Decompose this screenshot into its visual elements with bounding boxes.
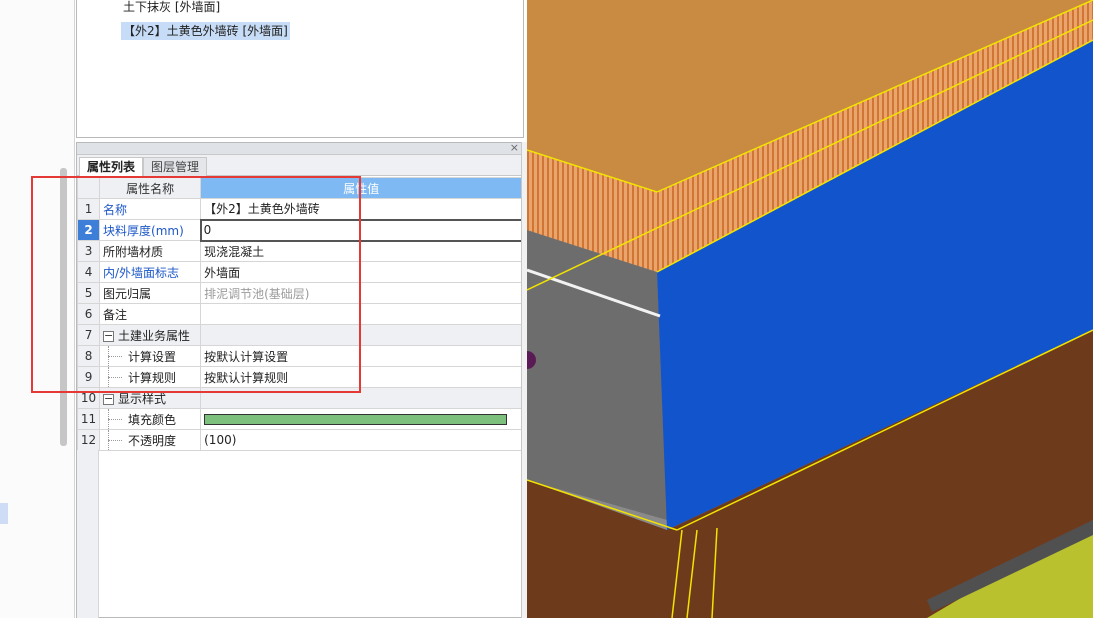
grid-row-header-filler: [77, 450, 99, 618]
property-value: [200, 324, 523, 346]
table-row[interactable]: 9 计算规则 按默认计算规则: [76, 366, 523, 388]
table-row[interactable]: 8 计算设置 按默认计算设置: [76, 345, 523, 367]
header-property-value: 属性值: [200, 177, 523, 199]
group-row-display[interactable]: 10 − 显示样式: [76, 387, 523, 409]
property-value[interactable]: 【外2】土黄色外墙砖: [200, 198, 523, 220]
row-number: 11: [76, 408, 101, 430]
property-value[interactable]: (100): [200, 429, 523, 451]
table-row[interactable]: 6 备注: [76, 303, 523, 325]
property-name: 备注: [99, 303, 202, 325]
row-number: 2: [76, 219, 101, 241]
3d-viewport[interactable]: [527, 0, 1093, 618]
property-value: [200, 387, 523, 409]
grid-header: 属性名称 属性值: [76, 177, 523, 199]
thickness-input[interactable]: 0: [199, 218, 524, 242]
row-number: 12: [76, 429, 101, 451]
row-number: 8: [76, 345, 101, 367]
app-window: 土下抹灰 [外墙面] 【外2】土黄色外墙砖 [外墙面] × 属性列表 图层管理 …: [0, 0, 1093, 618]
row-number: 3: [76, 240, 101, 262]
property-panel: × 属性列表 图层管理 属性名称 属性值 1 名称 【外2】土黄色外墙砖 2 块…: [76, 141, 524, 618]
property-name: 计算规则: [99, 366, 202, 388]
property-value[interactable]: 外墙面: [200, 261, 523, 283]
tree-item-wall-tile[interactable]: 【外2】土黄色外墙砖 [外墙面]: [121, 22, 290, 40]
group-label: 土建业务属性: [118, 328, 191, 343]
group-label: 显示样式: [118, 391, 167, 406]
table-row[interactable]: 1 名称 【外2】土黄色外墙砖: [76, 198, 523, 220]
property-name: 图元归属: [99, 282, 202, 304]
group-row-civil[interactable]: 7 − 土建业务属性: [76, 324, 523, 346]
property-value[interactable]: 按默认计算规则: [200, 366, 523, 388]
3d-model-render: [527, 0, 1093, 618]
row-number: 9: [76, 366, 101, 388]
collapse-icon[interactable]: −: [103, 330, 115, 342]
property-value[interactable]: 现浇混凝土: [200, 240, 523, 262]
sidebar-scrollbar[interactable]: [60, 168, 67, 446]
row-number: 10: [76, 387, 101, 409]
panel-title-bar: ×: [77, 141, 523, 155]
table-row[interactable]: 12 不透明度 (100): [76, 429, 523, 451]
table-row[interactable]: 3 所附墙材质 现浇混凝土: [76, 240, 523, 262]
property-value[interactable]: 按默认计算设置: [200, 345, 523, 367]
panel-tabs: 属性列表 图层管理: [77, 155, 523, 177]
fill-color-swatch[interactable]: [204, 414, 508, 425]
property-name: 名称: [99, 198, 202, 220]
property-name: 计算设置: [99, 345, 202, 367]
tab-layer-management[interactable]: 图层管理: [143, 157, 208, 176]
row-number: 6: [76, 303, 101, 325]
component-tree: 土下抹灰 [外墙面] 【外2】土黄色外墙砖 [外墙面]: [76, 0, 524, 138]
table-row[interactable]: 5 图元归属 排泥调节池(基础层): [76, 282, 523, 304]
row-number: 4: [76, 261, 101, 283]
group-header[interactable]: − 土建业务属性: [99, 324, 202, 346]
tree-item-plaster[interactable]: 土下抹灰 [外墙面]: [121, 0, 222, 16]
group-header[interactable]: − 显示样式: [99, 387, 202, 409]
property-name: 块料厚度(mm): [99, 219, 202, 241]
table-row[interactable]: 4 内/外墙面标志 外墙面: [76, 261, 523, 283]
row-number: 7: [76, 324, 101, 346]
close-icon[interactable]: ×: [510, 141, 519, 155]
sidebar-selection-marker: [0, 503, 8, 524]
wall-face-gray: [527, 230, 667, 520]
tab-property-list[interactable]: 属性列表: [79, 157, 144, 177]
header-number: [76, 177, 101, 199]
property-value: 排泥调节池(基础层): [200, 282, 523, 304]
property-value[interactable]: [200, 303, 523, 325]
header-property-name: 属性名称: [99, 177, 202, 199]
table-row-selected[interactable]: 2 块料厚度(mm) 0: [76, 218, 524, 242]
left-sidebar: [0, 0, 75, 618]
row-number: 1: [76, 198, 101, 220]
row-number: 5: [76, 282, 101, 304]
property-grid: 属性名称 属性值 1 名称 【外2】土黄色外墙砖 2 块料厚度(mm) 0 3 …: [76, 177, 524, 451]
property-name: 所附墙材质: [99, 240, 202, 262]
property-name: 不透明度: [99, 429, 202, 451]
property-name: 填充颜色: [99, 408, 202, 430]
table-row[interactable]: 11 填充颜色: [76, 408, 523, 430]
collapse-icon[interactable]: −: [103, 393, 115, 405]
property-value[interactable]: [200, 408, 523, 430]
property-name: 内/外墙面标志: [99, 261, 202, 283]
